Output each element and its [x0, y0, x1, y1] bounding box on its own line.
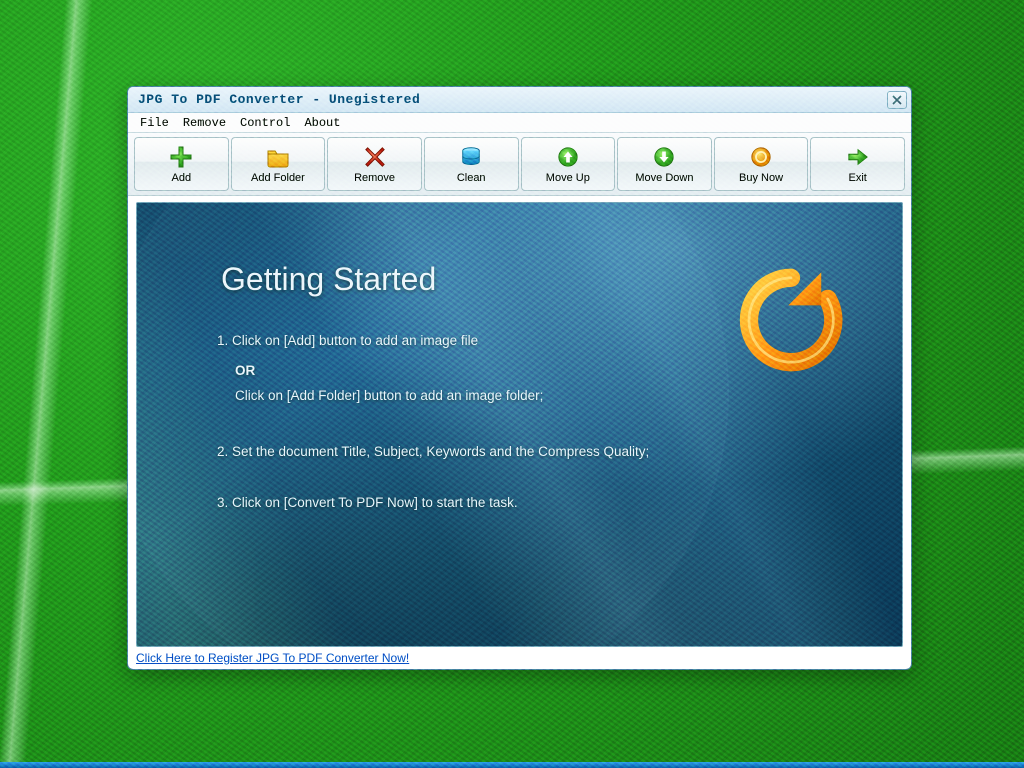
database-icon	[458, 144, 484, 170]
step-2: 2. Set the document Title, Subject, Keyw…	[217, 442, 697, 462]
titlebar[interactable]: JPG To PDF Converter - Unegistered	[128, 87, 911, 113]
x-red-icon	[362, 144, 388, 170]
toolbar-label: Remove	[354, 172, 395, 184]
toolbar-label: Add	[172, 172, 192, 184]
menu-control[interactable]: Control	[234, 115, 296, 131]
step-1b: Click on [Add Folder] button to add an i…	[235, 386, 697, 406]
menubar: File Remove Control About	[128, 113, 911, 133]
remove-button[interactable]: Remove	[327, 137, 422, 191]
arrow-right-icon	[845, 144, 871, 170]
toolbar-label: Add Folder	[251, 172, 305, 184]
plus-icon	[168, 144, 194, 170]
toolbar-label: Move Down	[635, 172, 693, 184]
toolbar-label: Clean	[457, 172, 486, 184]
add-folder-button[interactable]: Add Folder	[231, 137, 326, 191]
arrow-down-icon	[651, 144, 677, 170]
move-up-button[interactable]: Move Up	[521, 137, 616, 191]
step-or: OR	[235, 361, 697, 381]
window-title: JPG To PDF Converter - Unegistered	[138, 92, 887, 107]
toolbar-label: Buy Now	[739, 172, 783, 184]
instruction-steps: 1. Click on [Add] button to add an image…	[217, 331, 697, 523]
clean-button[interactable]: Clean	[424, 137, 519, 191]
app-window: JPG To PDF Converter - Unegistered File …	[127, 86, 912, 670]
toolbar-label: Move Up	[546, 172, 590, 184]
move-down-button[interactable]: Move Down	[617, 137, 712, 191]
arrow-up-icon	[555, 144, 581, 170]
getting-started-panel: Getting Started 1. Click on [Add] button…	[136, 202, 903, 647]
exit-button[interactable]: Exit	[810, 137, 905, 191]
folder-icon	[265, 144, 291, 170]
taskbar[interactable]	[0, 762, 1024, 768]
coin-icon	[748, 144, 774, 170]
toolbar-label: Exit	[849, 172, 867, 184]
add-button[interactable]: Add	[134, 137, 229, 191]
refresh-icon	[736, 265, 846, 375]
register-link[interactable]: Click Here to Register JPG To PDF Conver…	[136, 651, 409, 665]
menu-about[interactable]: About	[298, 115, 346, 131]
menu-file[interactable]: File	[134, 115, 175, 131]
content-wrap: Getting Started 1. Click on [Add] button…	[128, 196, 911, 669]
close-icon	[892, 95, 902, 105]
close-button[interactable]	[887, 91, 907, 109]
step-1a: 1. Click on [Add] button to add an image…	[217, 331, 697, 351]
page-title: Getting Started	[221, 261, 436, 298]
step-3: 3. Click on [Convert To PDF Now] to star…	[217, 493, 697, 513]
toolbar: Add Add Folder	[128, 133, 911, 196]
register-link-row: Click Here to Register JPG To PDF Conver…	[136, 651, 903, 665]
menu-remove[interactable]: Remove	[177, 115, 232, 131]
desktop-background: JPG To PDF Converter - Unegistered File …	[0, 0, 1024, 768]
buy-now-button[interactable]: Buy Now	[714, 137, 809, 191]
